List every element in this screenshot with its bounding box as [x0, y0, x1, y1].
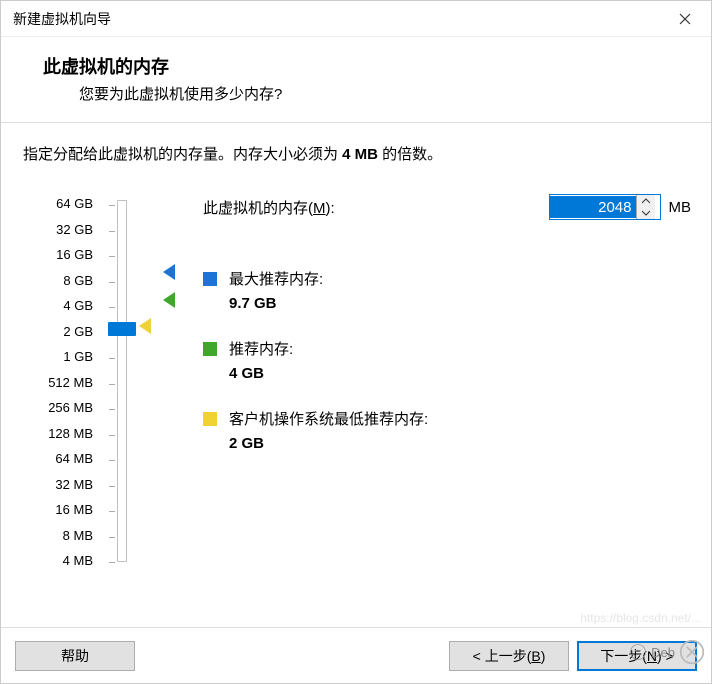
min-rec-value: 2 GB — [229, 435, 691, 452]
chevron-down-icon — [642, 210, 650, 216]
min-rec-icon — [203, 412, 217, 426]
titlebar: 新建虚拟机向导 — [1, 1, 711, 37]
watermark-faint: https://blog.csdn.net/... — [580, 611, 701, 625]
slider-tick-label: 64 MB — [23, 451, 93, 466]
slider-tick-mark — [109, 460, 115, 461]
min-marker-icon — [139, 318, 151, 334]
watermark: Deb — [629, 639, 705, 665]
rec-value: 4 GB — [229, 365, 691, 382]
memory-input[interactable] — [550, 196, 636, 218]
slider-tick-label: 32 MB — [23, 477, 93, 492]
slider-tick-label: 128 MB — [23, 426, 93, 441]
slider-tick-label: 1 GB — [23, 349, 93, 364]
wizard-header: 此虚拟机的内存 您要为此虚拟机使用多少内存? — [1, 37, 711, 123]
slider-tick-label: 8 GB — [23, 273, 93, 288]
slider-track[interactable] — [117, 200, 127, 562]
slider-tick-mark — [109, 231, 115, 232]
slider-tick-label: 4 GB — [23, 298, 93, 313]
slider-tick-label: 64 GB — [23, 196, 93, 211]
slider-tick-mark — [109, 205, 115, 206]
page-title: 此虚拟机的内存 — [13, 53, 699, 79]
chevron-up-icon — [642, 198, 650, 204]
slider-tick-mark — [109, 409, 115, 410]
slider-tick-label: 8 MB — [23, 528, 93, 543]
slider-tick-label: 4 MB — [23, 553, 93, 568]
instruction-text: 指定分配给此虚拟机的内存量。内存大小必须为 4 MB 的倍数。 — [23, 143, 691, 164]
slider-tick-label: 2 GB — [23, 324, 93, 339]
max-rec-icon — [203, 272, 217, 286]
close-icon — [679, 13, 691, 25]
memory-input-wrapper — [549, 194, 661, 220]
slider-tick-mark — [109, 562, 115, 563]
slider-thumb[interactable] — [108, 322, 136, 336]
slider-tick-label: 32 GB — [23, 222, 93, 237]
rec-icon — [203, 342, 217, 356]
max-rec-value: 9.7 GB — [229, 295, 691, 312]
memory-slider[interactable]: 64 GB 32 GB 16 GB 8 GB 4 GB 2 GB 1 GB 512 MB 256… — [23, 194, 163, 478]
slider-tick-mark — [109, 358, 115, 359]
slider-tick-label: 16 MB — [23, 502, 93, 517]
rec-label: 推荐内存: — [229, 338, 293, 359]
help-button[interactable]: 帮助 — [15, 641, 135, 671]
slider-tick-mark — [109, 486, 115, 487]
slider-tick-mark — [109, 384, 115, 385]
footer: 帮助 < 上一步(B) 下一步(N) > Deb — [1, 627, 711, 683]
close-button[interactable] — [665, 5, 705, 33]
memory-unit: MB — [669, 199, 692, 216]
slider-tick-mark — [109, 537, 115, 538]
max-rec-label: 最大推荐内存: — [229, 268, 323, 289]
slider-tick-mark — [109, 282, 115, 283]
memory-label: 此虚拟机的内存(M): — [203, 197, 335, 218]
slider-tick-label: 512 MB — [23, 375, 93, 390]
slider-tick-mark — [109, 307, 115, 308]
slider-tick-mark — [109, 256, 115, 257]
slider-tick-label: 256 MB — [23, 400, 93, 415]
wechat-icon — [629, 643, 647, 661]
memory-spin-down[interactable] — [637, 207, 655, 219]
window-title: 新建虚拟机向导 — [13, 9, 111, 29]
back-button[interactable]: < 上一步(B) — [449, 641, 569, 671]
page-subtitle: 您要为此虚拟机使用多少内存? — [13, 83, 699, 104]
content-area: 指定分配给此虚拟机的内存量。内存大小必须为 4 MB 的倍数。 64 GB 32 … — [1, 123, 711, 488]
slider-tick-mark — [109, 511, 115, 512]
slider-tick-label: 16 GB — [23, 247, 93, 262]
brand-icon — [679, 639, 705, 665]
slider-tick-mark — [109, 435, 115, 436]
memory-spin-up[interactable] — [637, 195, 655, 207]
min-rec-label: 客户机操作系统最低推荐内存: — [229, 408, 428, 429]
